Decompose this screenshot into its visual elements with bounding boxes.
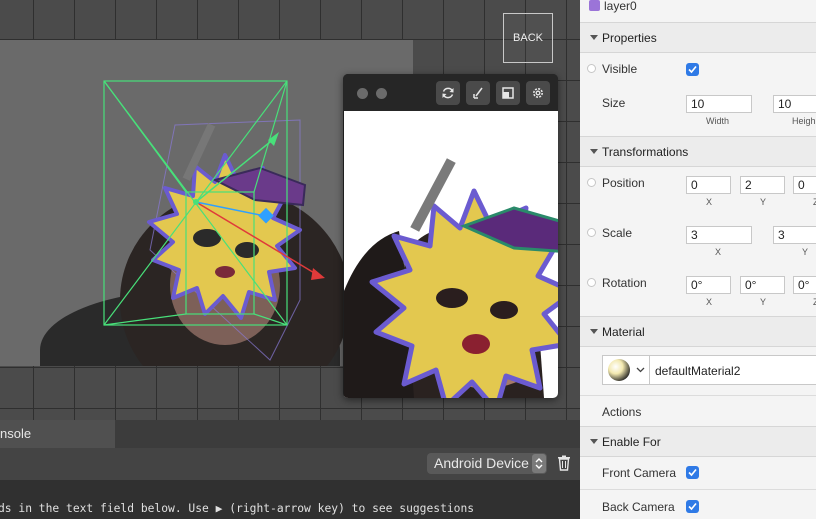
material-picker[interactable] (602, 355, 650, 385)
height-field[interactable]: 10 (773, 95, 816, 113)
position-z-field[interactable]: 0 (793, 176, 816, 194)
axis-y-caption: Y (760, 197, 767, 207)
back-camera-checkbox[interactable] (686, 500, 699, 513)
pen-icon (473, 87, 483, 99)
chevron-updown-icon (532, 454, 546, 473)
front-camera-label: Front Camera (602, 466, 677, 480)
visible-checkbox[interactable] (686, 63, 699, 76)
keyframe-dot[interactable] (587, 278, 596, 287)
axis-y-caption: Y (802, 247, 809, 257)
divider (580, 395, 816, 396)
preview-titlebar[interactable] (343, 74, 558, 111)
checkmark-icon (688, 65, 697, 74)
section-enable-for[interactable]: Enable For (580, 426, 816, 457)
trash-icon[interactable] (557, 455, 571, 471)
refresh-icon (442, 87, 454, 99)
section-properties[interactable]: Properties (580, 22, 816, 53)
keyframe-dot[interactable] (587, 64, 596, 73)
section-material[interactable]: Material (580, 316, 816, 347)
device-preview-window[interactable] (343, 74, 558, 398)
divider (580, 489, 816, 490)
back-button[interactable]: BACK (503, 13, 553, 63)
material-preview-sphere (608, 359, 630, 381)
chevron-down-icon (590, 439, 598, 444)
width-field[interactable]: 10 (686, 95, 752, 113)
layer-name: layer0 (604, 0, 637, 13)
tab-console[interactable]: nsole (0, 420, 115, 448)
front-camera-checkbox[interactable] (686, 466, 699, 479)
chevron-down-icon (636, 367, 645, 373)
position-y-field[interactable]: 2 (740, 176, 785, 194)
rotation-y-field[interactable]: 0° (740, 276, 785, 294)
pen-button[interactable] (466, 81, 490, 105)
scale-y-field[interactable]: 3 (773, 226, 816, 244)
position-x-field[interactable]: 0 (686, 176, 731, 194)
section-title: Enable For (602, 435, 661, 449)
axis-x-caption: X (706, 197, 713, 207)
console-tab-strip (115, 420, 580, 448)
axis-x-caption: X (715, 247, 722, 257)
layout-button[interactable] (496, 81, 520, 105)
width-caption: Width (706, 116, 730, 126)
rotation-z-field[interactable]: 0° (793, 276, 816, 294)
gear-icon (533, 88, 543, 98)
inspector-panel: layer0 Properties Visible Size 10 10 Wid… (580, 0, 816, 519)
chevron-down-icon (590, 149, 598, 154)
layout-icon (502, 87, 514, 99)
size-label: Size (602, 96, 626, 110)
layer-color-swatch (589, 0, 600, 11)
section-title: Transformations (602, 145, 689, 159)
rotation-x-field[interactable]: 0° (686, 276, 731, 294)
scale-x-field[interactable]: 3 (686, 226, 752, 244)
rotation-label: Rotation (602, 276, 647, 290)
keyframe-dot[interactable] (587, 178, 596, 187)
layer-row[interactable]: layer0 (580, 0, 816, 14)
back-camera-label: Back Camera (602, 500, 675, 514)
position-label: Position (602, 176, 645, 190)
height-caption: Heigh (792, 116, 816, 126)
material-name: defaultMaterial2 (655, 364, 741, 378)
settings-button[interactable] (526, 81, 550, 105)
actions-label[interactable]: Actions (602, 405, 641, 419)
section-title: Material (602, 325, 645, 339)
device-select-value: Android Device (434, 455, 529, 471)
chevron-down-icon (590, 35, 598, 40)
chevron-down-icon (590, 329, 598, 334)
checkmark-icon (688, 502, 697, 511)
section-transformations[interactable]: Transformations (580, 136, 816, 167)
device-select[interactable]: Android Device (427, 453, 547, 474)
window-close-dot[interactable] (357, 88, 368, 99)
axis-x-caption: X (706, 297, 713, 307)
window-minimize-dot[interactable] (376, 88, 387, 99)
keyframe-dot[interactable] (587, 228, 596, 237)
console-hint: ds in the text field below. Use ▶ (right… (0, 502, 475, 515)
section-title: Properties (602, 31, 657, 45)
refresh-button[interactable] (436, 81, 460, 105)
checkmark-icon (688, 468, 697, 477)
scale-label: Scale (602, 226, 633, 240)
material-name-field[interactable]: defaultMaterial2 (649, 355, 816, 385)
visible-label: Visible (602, 62, 638, 76)
preview-render (344, 111, 558, 398)
axis-y-caption: Y (760, 297, 767, 307)
